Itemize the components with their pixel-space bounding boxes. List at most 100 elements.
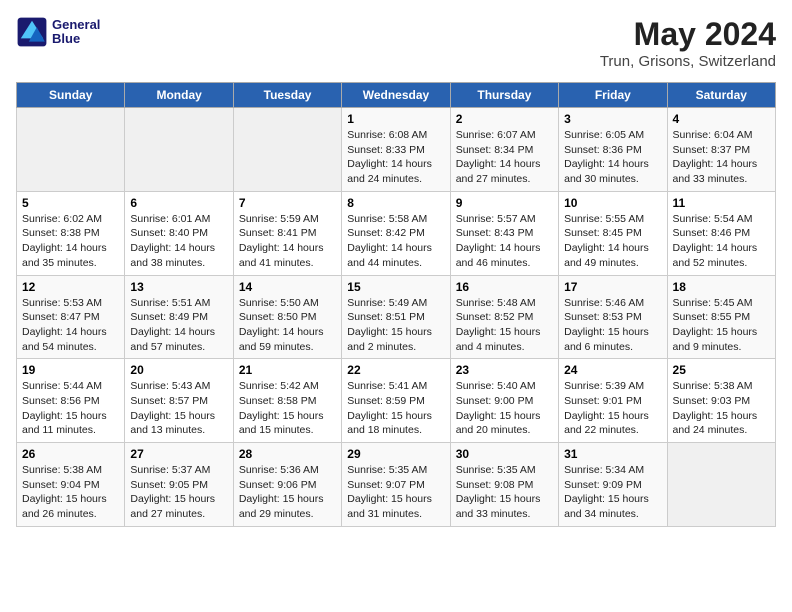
day-number: 24 (564, 363, 661, 377)
day-info: Sunrise: 6:05 AMSunset: 8:36 PMDaylight:… (564, 128, 661, 187)
day-info: Sunrise: 6:01 AMSunset: 8:40 PMDaylight:… (130, 212, 227, 271)
calendar-day-cell: 16 Sunrise: 5:48 AMSunset: 8:52 PMDayligh… (450, 275, 558, 359)
day-info: Sunrise: 5:53 AMSunset: 8:47 PMDaylight:… (22, 296, 119, 355)
day-info: Sunrise: 6:07 AMSunset: 8:34 PMDaylight:… (456, 128, 553, 187)
calendar-day-cell: 14 Sunrise: 5:50 AMSunset: 8:50 PMDayligh… (233, 275, 341, 359)
day-info: Sunrise: 5:34 AMSunset: 9:09 PMDaylight:… (564, 463, 661, 522)
subtitle: Trun, Grisons, Switzerland (600, 53, 776, 70)
day-number: 22 (347, 363, 444, 377)
day-number: 23 (456, 363, 553, 377)
day-number: 8 (347, 196, 444, 210)
logo-line2: Blue (52, 32, 100, 46)
weekday-header-cell: Sunday (17, 83, 125, 108)
calendar-day-cell: 9 Sunrise: 5:57 AMSunset: 8:43 PMDaylight… (450, 191, 558, 275)
weekday-header-cell: Thursday (450, 83, 558, 108)
logo-line1: General (52, 18, 100, 32)
day-number: 27 (130, 447, 227, 461)
calendar-day-cell: 12 Sunrise: 5:53 AMSunset: 8:47 PMDayligh… (17, 275, 125, 359)
day-number: 5 (22, 196, 119, 210)
day-number: 19 (22, 363, 119, 377)
day-number: 30 (456, 447, 553, 461)
day-number: 28 (239, 447, 336, 461)
calendar-day-cell: 7Sunrise: 5:59 AMSunset: 8:41 PMDaylight… (233, 191, 341, 275)
calendar-week-row: 5Sunrise: 6:02 AMSunset: 8:38 PMDaylight… (17, 191, 776, 275)
page-header: General Blue May 2024 Trun, Grisons, Swi… (16, 16, 776, 70)
calendar-week-row: 19 Sunrise: 5:44 AMSunset: 8:56 PMDayligh… (17, 359, 776, 443)
day-number: 3 (564, 112, 661, 126)
calendar-day-cell: 2 Sunrise: 6:07 AMSunset: 8:34 PMDaylight… (450, 108, 558, 192)
day-number: 10 (564, 196, 661, 210)
weekday-header-cell: Wednesday (342, 83, 450, 108)
day-number: 31 (564, 447, 661, 461)
calendar-day-cell (125, 108, 233, 192)
calendar-day-cell: 19 Sunrise: 5:44 AMSunset: 8:56 PMDayligh… (17, 359, 125, 443)
day-info: Sunrise: 5:48 AMSunset: 8:52 PMDaylight:… (456, 296, 553, 355)
calendar-day-cell: 5Sunrise: 6:02 AMSunset: 8:38 PMDaylight… (17, 191, 125, 275)
day-info: Sunrise: 5:35 AMSunset: 9:07 PMDaylight:… (347, 463, 444, 522)
day-number: 20 (130, 363, 227, 377)
day-info: Sunrise: 5:51 AMSunset: 8:49 PMDaylight:… (130, 296, 227, 355)
weekday-header-cell: Friday (559, 83, 667, 108)
day-number: 21 (239, 363, 336, 377)
calendar-day-cell (17, 108, 125, 192)
day-number: 25 (673, 363, 770, 377)
calendar-day-cell: 15Sunrise: 5:49 AMSunset: 8:51 PMDayligh… (342, 275, 450, 359)
day-info: Sunrise: 5:38 AMSunset: 9:03 PMDaylight:… (673, 379, 770, 438)
day-number: 12 (22, 280, 119, 294)
day-info: Sunrise: 6:04 AMSunset: 8:37 PMDaylight:… (673, 128, 770, 187)
weekday-header-row: SundayMondayTuesdayWednesdayThursdayFrid… (17, 83, 776, 108)
day-number: 11 (673, 196, 770, 210)
day-info: Sunrise: 5:49 AMSunset: 8:51 PMDaylight:… (347, 296, 444, 355)
calendar-day-cell: 17Sunrise: 5:46 AMSunset: 8:53 PMDayligh… (559, 275, 667, 359)
day-info: Sunrise: 5:35 AMSunset: 9:08 PMDaylight:… (456, 463, 553, 522)
calendar-day-cell: 28Sunrise: 5:36 AMSunset: 9:06 PMDayligh… (233, 443, 341, 527)
calendar-day-cell: 4 Sunrise: 6:04 AMSunset: 8:37 PMDaylight… (667, 108, 775, 192)
day-info: Sunrise: 5:42 AMSunset: 8:58 PMDaylight:… (239, 379, 336, 438)
day-info: Sunrise: 5:40 AMSunset: 9:00 PMDaylight:… (456, 379, 553, 438)
day-number: 14 (239, 280, 336, 294)
day-info: Sunrise: 5:46 AMSunset: 8:53 PMDaylight:… (564, 296, 661, 355)
day-info: Sunrise: 5:57 AMSunset: 8:43 PMDaylight:… (456, 212, 553, 271)
calendar-day-cell: 3 Sunrise: 6:05 AMSunset: 8:36 PMDaylight… (559, 108, 667, 192)
day-number: 18 (673, 280, 770, 294)
day-info: Sunrise: 5:37 AMSunset: 9:05 PMDaylight:… (130, 463, 227, 522)
weekday-header-cell: Saturday (667, 83, 775, 108)
weekday-header-cell: Monday (125, 83, 233, 108)
calendar-day-cell: 1 Sunrise: 6:08 AMSunset: 8:33 PMDaylight… (342, 108, 450, 192)
calendar-body: 1 Sunrise: 6:08 AMSunset: 8:33 PMDaylight… (17, 108, 776, 527)
day-info: Sunrise: 5:39 AMSunset: 9:01 PMDaylight:… (564, 379, 661, 438)
day-number: 4 (673, 112, 770, 126)
day-number: 16 (456, 280, 553, 294)
calendar-day-cell: 22Sunrise: 5:41 AMSunset: 8:59 PMDayligh… (342, 359, 450, 443)
calendar-day-cell: 30 Sunrise: 5:35 AMSunset: 9:08 PMDayligh… (450, 443, 558, 527)
day-number: 29 (347, 447, 444, 461)
day-number: 2 (456, 112, 553, 126)
day-number: 1 (347, 112, 444, 126)
calendar-day-cell: 10Sunrise: 5:55 AMSunset: 8:45 PMDayligh… (559, 191, 667, 275)
weekday-header-cell: Tuesday (233, 83, 341, 108)
day-number: 9 (456, 196, 553, 210)
logo: General Blue (16, 16, 100, 48)
calendar-day-cell: 29 Sunrise: 5:35 AMSunset: 9:07 PMDayligh… (342, 443, 450, 527)
day-number: 26 (22, 447, 119, 461)
calendar-week-row: 26 Sunrise: 5:38 AMSunset: 9:04 PMDayligh… (17, 443, 776, 527)
day-info: Sunrise: 5:54 AMSunset: 8:46 PMDaylight:… (673, 212, 770, 271)
calendar-day-cell: 31 Sunrise: 5:34 AMSunset: 9:09 PMDayligh… (559, 443, 667, 527)
day-info: Sunrise: 5:58 AMSunset: 8:42 PMDaylight:… (347, 212, 444, 271)
main-title: May 2024 (600, 16, 776, 53)
day-info: Sunrise: 5:44 AMSunset: 8:56 PMDaylight:… (22, 379, 119, 438)
calendar-day-cell: 6Sunrise: 6:01 AMSunset: 8:40 PMDaylight… (125, 191, 233, 275)
day-info: Sunrise: 5:38 AMSunset: 9:04 PMDaylight:… (22, 463, 119, 522)
calendar-week-row: 12 Sunrise: 5:53 AMSunset: 8:47 PMDayligh… (17, 275, 776, 359)
day-info: Sunrise: 6:08 AMSunset: 8:33 PMDaylight:… (347, 128, 444, 187)
day-info: Sunrise: 5:59 AMSunset: 8:41 PMDaylight:… (239, 212, 336, 271)
calendar-day-cell (667, 443, 775, 527)
day-info: Sunrise: 5:50 AMSunset: 8:50 PMDaylight:… (239, 296, 336, 355)
calendar-week-row: 1 Sunrise: 6:08 AMSunset: 8:33 PMDaylight… (17, 108, 776, 192)
day-info: Sunrise: 5:45 AMSunset: 8:55 PMDaylight:… (673, 296, 770, 355)
calendar-day-cell: 24 Sunrise: 5:39 AMSunset: 9:01 PMDayligh… (559, 359, 667, 443)
logo-icon (16, 16, 48, 48)
day-info: Sunrise: 5:43 AMSunset: 8:57 PMDaylight:… (130, 379, 227, 438)
calendar-day-cell: 20 Sunrise: 5:43 AMSunset: 8:57 PMDayligh… (125, 359, 233, 443)
calendar-day-cell: 27 Sunrise: 5:37 AMSunset: 9:05 PMDayligh… (125, 443, 233, 527)
